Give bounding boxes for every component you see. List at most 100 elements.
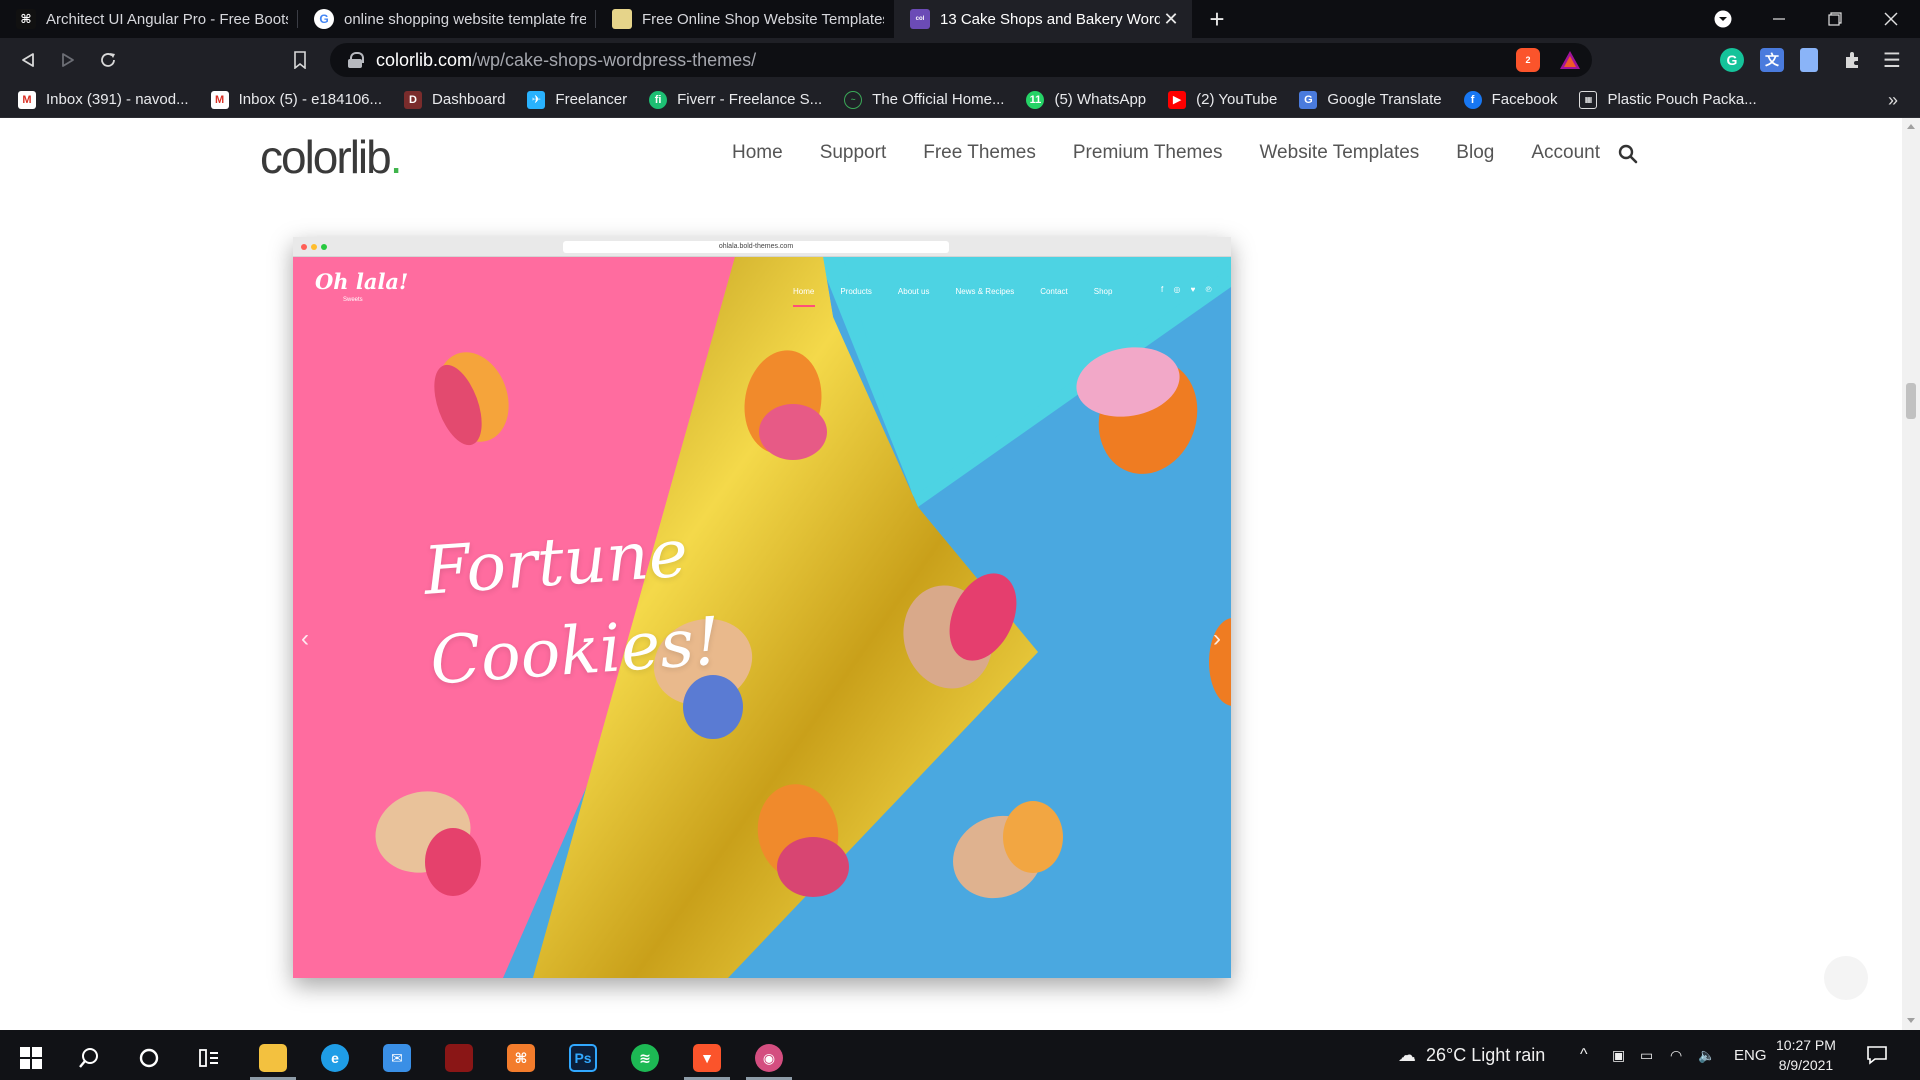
menu-account[interactable]: Account xyxy=(1531,142,1600,164)
xampp-icon[interactable]: ⌘ xyxy=(496,1036,546,1080)
preview-nav-home[interactable]: Home xyxy=(793,287,814,296)
menu-premium-themes[interactable]: Premium Themes xyxy=(1073,142,1223,164)
search-taskbar-icon[interactable] xyxy=(64,1036,114,1080)
bookmark-youtube[interactable]: ▶ (2) YouTube xyxy=(1168,90,1277,109)
address-bar[interactable]: colorlib.com/wp/cake-shops-wordpress-the… xyxy=(330,43,1592,77)
back-icon[interactable] xyxy=(12,44,44,76)
bookmark-google-translate[interactable]: G Google Translate xyxy=(1299,90,1442,109)
bookmark-dashboard[interactable]: D Dashboard xyxy=(404,90,505,109)
game-app-icon[interactable] xyxy=(434,1036,484,1080)
volume-icon[interactable]: 🔈 xyxy=(1698,1030,1715,1080)
clock[interactable]: 10:27 PM 8/9/2021 xyxy=(1776,1030,1836,1080)
task-view-icon[interactable] xyxy=(184,1036,234,1080)
preview-nav-contact[interactable]: Contact xyxy=(1040,287,1068,296)
tab-title: Architect UI Angular Pro - Free Bootstra… xyxy=(46,10,288,28)
bookmark-gmail-2[interactable]: M Inbox (5) - e184106... xyxy=(210,90,382,109)
menu-website-templates[interactable]: Website Templates xyxy=(1259,142,1419,164)
bookmark-gmail-1[interactable]: M Inbox (391) - navod... xyxy=(18,90,189,109)
facebook-icon: f xyxy=(1463,90,1482,109)
start-icon[interactable] xyxy=(6,1036,56,1080)
preview-nav-about[interactable]: About us xyxy=(898,287,930,296)
bookmark-facebook[interactable]: f Facebook xyxy=(1463,90,1558,109)
new-tab-button[interactable]: + xyxy=(1192,0,1242,38)
google-translate-extension-icon[interactable]: 文 xyxy=(1760,48,1784,72)
slider-next-icon[interactable]: › xyxy=(1213,625,1221,653)
generic-page-icon xyxy=(612,9,632,29)
bookmark-plastic-pouch[interactable]: ▦ Plastic Pouch Packa... xyxy=(1579,90,1757,109)
menu-blog[interactable]: Blog xyxy=(1456,142,1494,164)
extensions-puzzle-icon[interactable] xyxy=(1840,48,1864,72)
cortana-icon[interactable] xyxy=(124,1036,174,1080)
spotify-icon[interactable]: ≋ xyxy=(620,1036,670,1080)
menu-support[interactable]: Support xyxy=(820,142,887,164)
search-icon[interactable] xyxy=(1618,144,1638,164)
brave-shields-icon[interactable]: 2 xyxy=(1516,48,1540,72)
official-home-icon: ~ xyxy=(844,90,863,109)
bookmark-label: Freelancer xyxy=(555,91,628,108)
show-hidden-icons-icon[interactable]: ^ xyxy=(1580,1030,1588,1080)
tab-google-search[interactable]: G online shopping website template free xyxy=(298,0,596,38)
preview-nav-news[interactable]: News & Recipes xyxy=(956,287,1015,296)
language-indicator[interactable]: ENG xyxy=(1734,1030,1767,1080)
tab-search-icon[interactable] xyxy=(1695,0,1751,38)
clock-date: 8/9/2021 xyxy=(1778,1057,1834,1073)
reload-icon[interactable] xyxy=(92,44,124,76)
scroll-down-icon[interactable] xyxy=(1907,1018,1915,1023)
bookmark-freelancer[interactable]: ✈ Freelancer xyxy=(527,90,628,109)
restore-icon[interactable] xyxy=(1807,0,1863,38)
notifications-icon[interactable] xyxy=(1866,1030,1888,1080)
bookmark-fiverr[interactable]: fi Fiverr - Freelance S... xyxy=(649,90,822,109)
more-bookmarks-button[interactable]: » xyxy=(1888,82,1898,118)
scrollbar-thumb[interactable] xyxy=(1906,383,1916,419)
media-player-icon[interactable]: ◉ xyxy=(744,1036,794,1080)
slider-prev-icon[interactable]: ‹ xyxy=(301,625,309,653)
site-header: colorlib. Home Support Free Themes Premi… xyxy=(0,118,1902,188)
forward-icon[interactable] xyxy=(52,44,84,76)
close-tab-icon[interactable]: ✕ xyxy=(1160,9,1182,30)
preview-nav-products[interactable]: Products xyxy=(840,287,872,296)
youtube-icon: ▶ xyxy=(1168,90,1187,109)
bookmark-official-home[interactable]: ~ The Official Home... xyxy=(844,90,1005,109)
minimize-icon[interactable] xyxy=(1751,0,1807,38)
bookmark-label: Facebook xyxy=(1491,91,1558,108)
bookmark-label: Google Translate xyxy=(1327,91,1442,108)
brave-browser-icon[interactable]: ▼ xyxy=(682,1036,732,1080)
bookmark-label: The Official Home... xyxy=(872,91,1005,108)
tab-cake-shops[interactable]: col 13 Cake Shops and Bakery WordPr ✕ xyxy=(894,0,1192,38)
colorlib-icon: col xyxy=(910,9,930,29)
theme-preview-image[interactable]: ohlala.bold-themes.com Oh lala! Sweets H… xyxy=(293,237,1231,978)
battery-icon[interactable]: ▭ xyxy=(1640,1030,1653,1080)
gmail-icon: M xyxy=(210,90,229,109)
close-dot-icon xyxy=(301,244,307,250)
bookmark-whatsapp[interactable]: 11 (5) WhatsApp xyxy=(1026,90,1146,109)
wifi-icon[interactable]: ◠ xyxy=(1670,1030,1682,1080)
tab-architect-ui[interactable]: ⌘ Architect UI Angular Pro - Free Bootst… xyxy=(0,0,298,38)
minimize-dot-icon xyxy=(311,244,317,250)
brave-rewards-icon[interactable] xyxy=(1558,48,1582,72)
file-explorer-icon[interactable] xyxy=(248,1036,298,1080)
scroll-up-icon[interactable] xyxy=(1907,124,1915,129)
grammarly-icon[interactable]: G xyxy=(1720,48,1744,72)
tab-free-online-shop[interactable]: Free Online Shop Website Templates ( xyxy=(596,0,894,38)
weather-widget[interactable]: ☁ 26°C Light rain xyxy=(1398,1030,1545,1080)
camera-tray-icon[interactable]: ▣ xyxy=(1612,1030,1625,1080)
tab-title: online shopping website template free xyxy=(344,10,586,28)
menu-home[interactable]: Home xyxy=(732,142,783,164)
colorlib-logo[interactable]: colorlib. xyxy=(260,130,402,184)
page-scrollbar[interactable] xyxy=(1902,118,1920,1030)
bookmark-label: Inbox (391) - navod... xyxy=(46,91,189,108)
bookmark-page-icon[interactable] xyxy=(284,44,316,76)
photoshop-icon[interactable]: Ps xyxy=(558,1036,608,1080)
docs-extension-icon[interactable] xyxy=(1800,48,1818,72)
mail-icon[interactable]: ✉ xyxy=(372,1036,422,1080)
scroll-to-top-button[interactable] xyxy=(1824,956,1868,1000)
close-window-icon[interactable] xyxy=(1863,0,1919,38)
active-nav-underline xyxy=(793,305,815,307)
menu-free-themes[interactable]: Free Themes xyxy=(923,142,1036,164)
browser-menu-icon[interactable]: ☰ xyxy=(1880,48,1904,72)
preview-hero: Oh lala! Sweets Home Products About us N… xyxy=(293,257,1231,978)
page-content: ohlala.bold-themes.com Oh lala! Sweets H… xyxy=(0,188,1902,1030)
preview-nav-shop[interactable]: Shop xyxy=(1094,287,1113,296)
bookmark-label: Plastic Pouch Packa... xyxy=(1607,91,1757,108)
edge-icon[interactable]: e xyxy=(310,1036,360,1080)
